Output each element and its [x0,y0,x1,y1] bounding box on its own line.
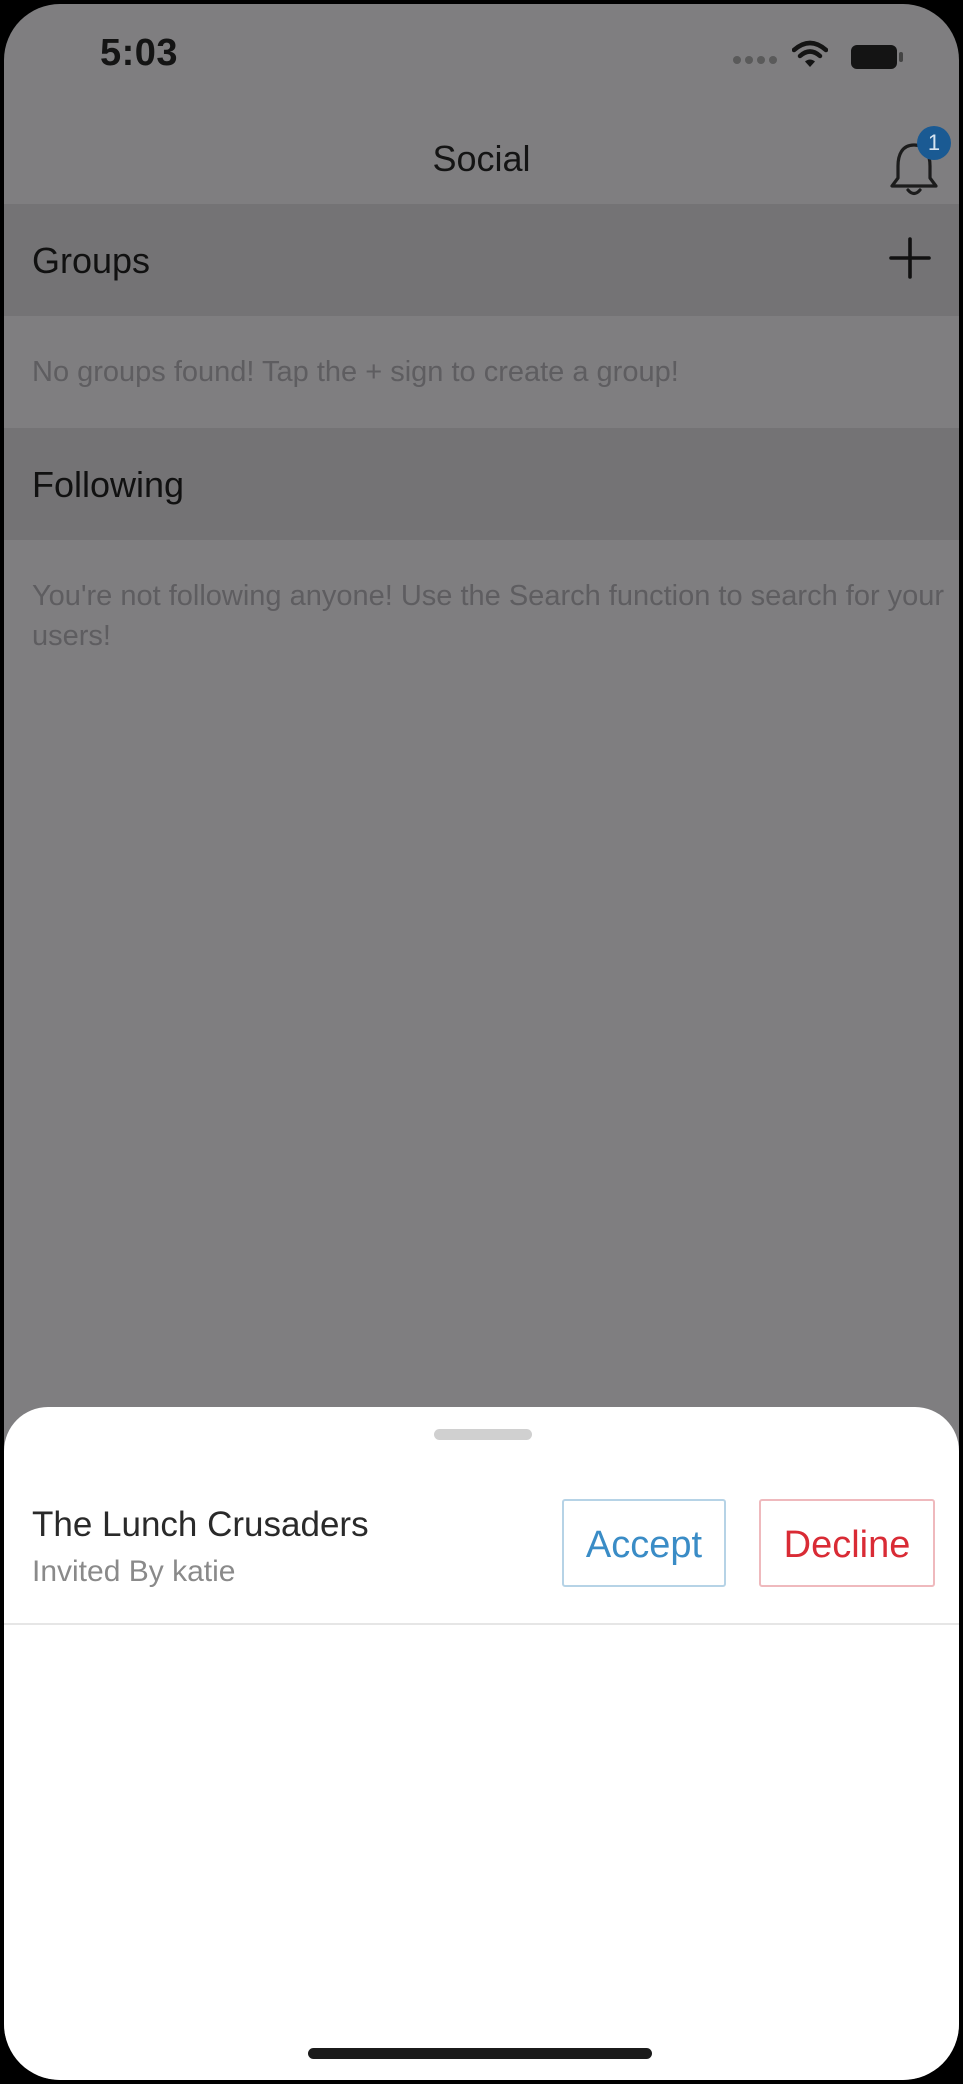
signal-dots-icon [733,56,783,66]
decline-button[interactable]: Decline [759,1499,935,1587]
page-title: Social [432,138,531,179]
groups-empty-message: No groups found! Tap the + sign to creat… [32,356,679,388]
group-invite-row: The Lunch Crusaders Invited By katie Acc… [4,1463,959,1625]
screen: 5:03 Social 1 Groups No groups found! Ta… [4,4,959,2080]
home-indicator[interactable] [308,2048,652,2059]
following-section-header: Following [4,428,959,540]
groups-header-label: Groups [32,240,151,281]
invite-inviter: Invited By katie [32,1555,236,1588]
invite-group-name: The Lunch Crusaders [32,1505,369,1544]
device-frame: 5:03 Social 1 Groups No groups found! Ta… [0,0,963,2084]
invite-bottom-sheet: The Lunch Crusaders Invited By katie Acc… [4,1407,959,2080]
wifi-icon [792,40,828,67]
status-time: 5:03 [100,32,179,74]
notification-badge: 1 [917,126,951,160]
nav-bar: Social 1 [4,112,959,204]
sheet-drag-handle[interactable] [434,1429,532,1440]
plus-icon [889,237,931,279]
battery-icon [851,45,903,69]
following-empty-message: You're not following anyone! Use the Sea… [32,580,945,652]
following-header-label: Following [32,464,185,505]
groups-section-header: Groups [4,204,959,316]
status-bar: 5:03 [4,4,959,112]
notifications-button[interactable]: 1 [880,126,951,200]
accept-button[interactable]: Accept [562,1499,726,1587]
add-group-button[interactable] [884,232,936,284]
